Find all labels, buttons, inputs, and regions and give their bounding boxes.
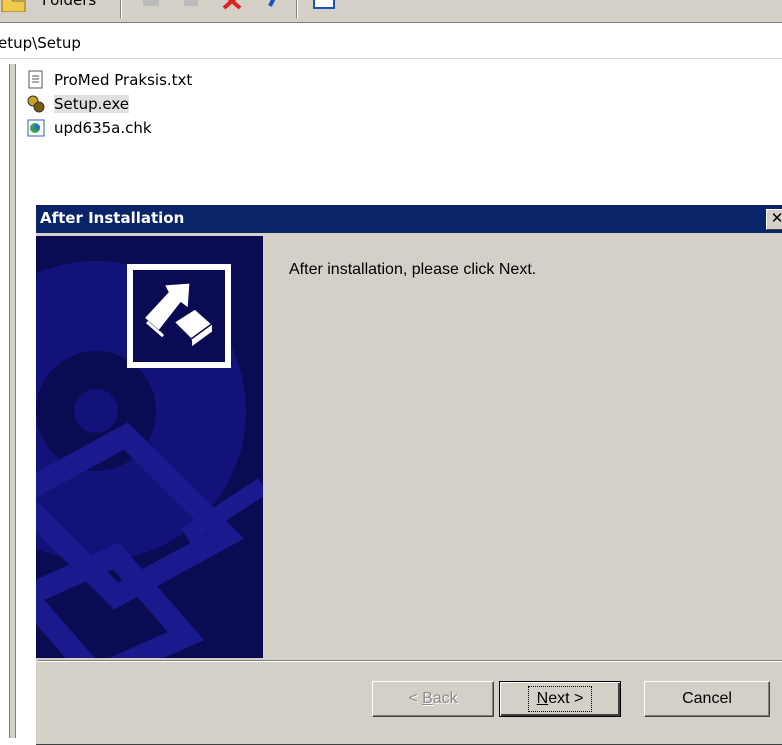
next-label-accelerator: N <box>536 690 549 707</box>
cancel-button[interactable]: Cancel <box>644 681 770 717</box>
instruction-text: After installation, please click Next. <box>289 261 537 278</box>
toolbar-separator <box>296 0 298 18</box>
setup-icon-frame <box>127 264 231 368</box>
file-name: upd635a.chk <box>54 119 152 137</box>
button-divider <box>38 660 782 662</box>
folder-icon[interactable] <box>0 0 28 12</box>
copy-to-icon[interactable] <box>180 0 204 12</box>
setup-arrow-icon <box>140 280 216 350</box>
close-icon: ✕ <box>770 209 782 227</box>
next-label-suffix: ext > <box>548 690 584 707</box>
wizard-side-graphic <box>36 236 263 658</box>
explorer-toolbar: Folders <box>0 0 782 23</box>
after-installation-dialog: After Installation ✕ After installation,… <box>34 203 782 745</box>
file-name: Setup.exe <box>54 95 130 113</box>
address-path[interactable]: etup\Setup <box>0 34 81 52</box>
toolbar-separator <box>120 0 122 18</box>
folders-button-label[interactable]: Folders <box>42 0 96 9</box>
back-button[interactable]: < Back <box>372 681 494 717</box>
delete-icon[interactable] <box>220 0 244 12</box>
dialog-titlebar[interactable]: After Installation ✕ <box>36 205 782 233</box>
back-label-accelerator: B <box>422 690 433 707</box>
list-item[interactable]: upd635a.chk <box>26 116 192 140</box>
pane-splitter[interactable] <box>9 64 16 738</box>
file-list: ProMed Praksis.txt Setup.exe upd635a.chk <box>26 68 192 140</box>
setup-exe-icon <box>27 95 45 113</box>
address-bar[interactable]: etup\Setup <box>0 24 782 59</box>
next-button[interactable]: Next > <box>499 681 621 717</box>
back-label-suffix: ack <box>432 690 458 707</box>
chk-file-icon <box>27 119 45 137</box>
list-item[interactable]: ProMed Praksis.txt <box>26 68 192 92</box>
list-item[interactable]: Setup.exe <box>26 92 192 116</box>
back-label-prefix: < <box>408 690 423 707</box>
move-to-icon[interactable] <box>140 0 164 12</box>
undo-icon[interactable] <box>262 0 286 12</box>
dialog-title: After Installation <box>40 209 185 227</box>
text-file-icon <box>28 70 43 89</box>
file-name: ProMed Praksis.txt <box>54 71 193 89</box>
close-button[interactable]: ✕ <box>766 209 782 230</box>
views-icon[interactable] <box>312 0 336 12</box>
next-focus-rect: Next > <box>527 686 593 712</box>
